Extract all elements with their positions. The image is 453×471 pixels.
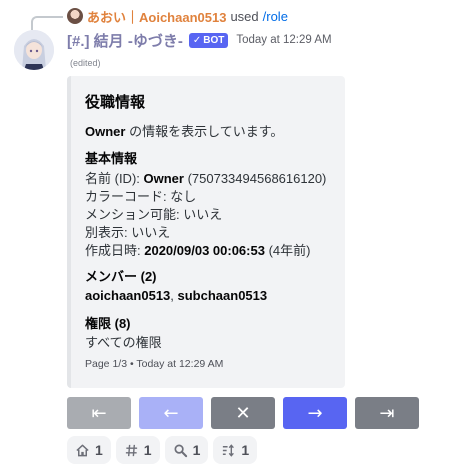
reaction-count: 1 [241,442,250,458]
sort-icon [223,443,235,457]
house-icon [76,444,89,456]
bot-badge-label: BOT [203,34,225,46]
magnifier-icon [174,444,187,457]
field-basic-name: 名前 (ID): Owner (750733494568616120) [85,168,326,187]
reaction-house[interactable]: 1 [67,436,111,464]
reply-connector [31,16,63,30]
close-icon: ✕ [235,402,251,424]
reaction-count: 1 [143,442,152,458]
reply-action-text: used [230,8,259,24]
message-timestamp[interactable]: Today at 12:29 AM [236,34,331,46]
created-value: 2020/09/03 00:06:53 [144,243,265,258]
role-name-value: Owner [143,171,184,186]
arrow-left-icon: ← [163,402,179,424]
member-name: subchaan0513 [177,288,268,303]
member-name: aoichaan0513 [85,288,171,303]
field-permissions-title: 権限 (8) [85,313,131,332]
reaction-sort[interactable]: 1 [213,436,258,464]
permissions-title-text: 権限 [85,316,112,331]
field-basic-info-title: 基本情報 [85,151,138,166]
reply-context[interactable]: あおい｜Aoichaan0513 used /role [67,7,288,25]
reaction-count: 1 [95,442,103,458]
reply-avatar[interactable] [67,8,83,24]
field-permissions-value: すべての権限 [85,335,162,350]
first-page-icon: ⇤ [91,402,107,424]
embed-description-text: の情報を表示しています。 [125,124,284,139]
member-separator: , [170,288,178,303]
created-relative: (4年前) [264,243,311,258]
bot-avatar[interactable] [14,30,54,70]
bot-badge: ✓ BOT [188,32,229,48]
field-members-title: メンバー (2) [85,266,157,285]
members-count: (2) [137,269,157,284]
reaction-hash[interactable]: 1 [115,436,160,464]
reply-command-link[interactable]: /role [263,9,288,24]
embed-title: 役職情報 [85,94,146,111]
pagination-buttons: ⇤ ← ✕ → ⇥ [67,397,419,429]
role-info-embed: 役職情報 Owner の情報を表示しています。 基本情報 名前 (ID): Ow… [67,76,345,388]
embed-footer: Page 1/3 • Today at 12:29 AM [85,358,224,370]
last-page-button[interactable]: ⇥ [355,397,419,429]
next-page-button[interactable]: → [283,397,347,429]
verified-check-icon: ✓ [192,34,202,46]
close-button[interactable]: ✕ [211,397,275,429]
edited-indicator: (edited) [70,58,101,68]
role-id-value: (750733494568616120) [183,171,327,186]
field-basic-created: 作成日時: 2020/09/03 00:06:53 (4年前) [85,240,310,259]
field-basic-color: カラーコード: なし [85,189,197,204]
previous-page-button[interactable]: ← [139,397,203,429]
reaction-count: 1 [192,442,201,458]
name-label: 名前 (ID): [85,171,144,186]
reaction-magnifier[interactable]: 1 [164,436,209,464]
reactions-bar: 1 1 1 1 [67,436,258,464]
field-basic-mentionable: メンション可能: いいえ [85,207,223,222]
members-title-text: メンバー [85,269,138,284]
bot-username[interactable]: [#.] 結月 -ゆづき- [67,30,183,51]
field-basic-hoist: 別表示: いいえ [85,225,171,240]
reply-author-name[interactable]: あおい｜Aoichaan0513 [87,7,226,26]
hash-icon [125,444,137,456]
permissions-count: (8) [111,316,131,331]
arrow-right-icon: → [307,402,323,424]
embed-description: Owner の情報を表示しています。 [85,121,283,140]
first-page-button[interactable]: ⇤ [67,397,131,429]
created-label: 作成日時: [85,243,145,258]
field-members-list: aoichaan0513, subchaan0513 [85,288,267,303]
embed-description-role: Owner [85,124,126,139]
last-page-icon: ⇥ [379,402,395,424]
message-header: [#.] 結月 -ゆづき- ✓ BOT Today at 12:29 AM [67,30,332,50]
